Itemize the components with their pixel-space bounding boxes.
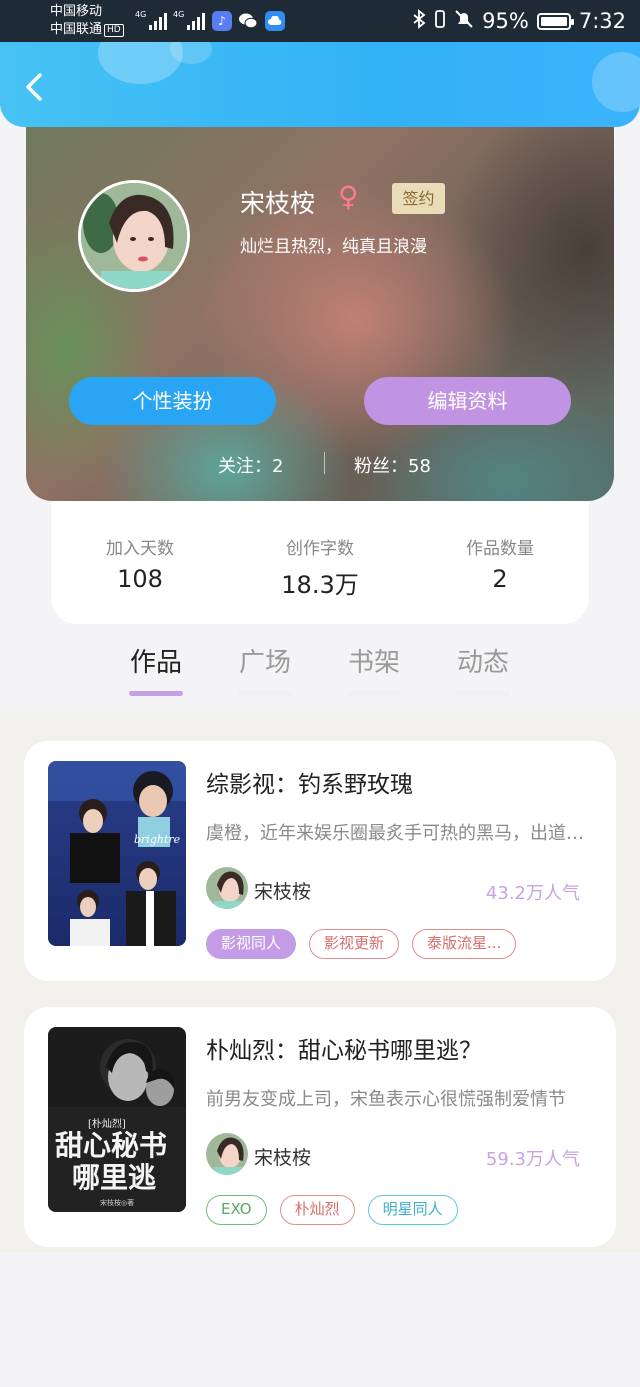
book-popularity: 59.3万人气 <box>485 1149 580 1170</box>
signal-icon: 4G <box>135 10 168 30</box>
carrier-info: 中国移动 中国联通 HD <box>50 3 124 39</box>
carrier-2: 中国联通 <box>50 22 103 37</box>
signed-badge: 签约 <box>392 183 445 214</box>
female-icon: ♀ <box>338 180 359 213</box>
tag[interactable]: 明星同人 <box>367 1195 458 1225</box>
mute-bell-icon <box>454 9 474 34</box>
vibrate-icon <box>434 9 446 34</box>
tab-moments[interactable]: 动态 <box>443 642 523 696</box>
tag[interactable]: EXO <box>206 1195 267 1225</box>
book-description: 前男友变成上司，宋鱼表示心很慌强制爱情节 <box>206 1089 566 1110</box>
battery-icon <box>536 12 574 30</box>
status-bar: 中国移动 中国联通 HD 4G 4G ♪ 95% 7:32 <box>0 0 640 42</box>
dress-up-button[interactable]: 个性装扮 <box>69 377 276 425</box>
decor-bubble <box>592 52 640 112</box>
signal-icon-2: 4G <box>173 10 206 30</box>
tab-underline <box>129 691 183 696</box>
tab-bookshelf[interactable]: 书架 <box>334 642 414 696</box>
profile-card: 宋枝桉 ♀ 签约 灿烂且热烈，纯真且浪漫 个性装扮 编辑资料 关注：2 粉丝：5… <box>26 100 614 501</box>
back-button[interactable] <box>20 72 50 102</box>
book-card[interactable]: [朴灿烈] 甜心秘书 哪里逃 宋枝桉◎著 朴灿烈：甜心秘书哪里逃？ 前男友变成上… <box>24 1007 616 1247</box>
wechat-icon <box>238 11 258 31</box>
tag[interactable]: 朴灿烈 <box>279 1195 355 1225</box>
author-avatar[interactable] <box>206 867 248 909</box>
hd-badge: HD <box>104 24 124 37</box>
status-right: 95% 7:32 <box>412 8 626 34</box>
tag[interactable]: 影视更新 <box>309 929 400 959</box>
stat-works-count: 作品数量 2 <box>466 539 534 593</box>
chevron-left-icon <box>26 73 42 101</box>
tag[interactable]: 泰版流星... <box>412 929 517 959</box>
cover-text: brightre <box>134 833 181 846</box>
book-title[interactable]: 朴灿烈：甜心秘书哪里逃？ <box>206 1031 482 1065</box>
stat-join-days: 加入天数 108 <box>106 539 174 593</box>
profile-motto: 灿烂且热烈，纯真且浪漫 <box>240 237 427 257</box>
author-avatar[interactable] <box>206 1133 248 1175</box>
tab-bar: 作品 广场 书架 动态 <box>0 624 640 712</box>
book-popularity: 43.2万人气 <box>485 883 580 904</box>
avatar-image <box>81 183 187 289</box>
following-count[interactable]: 关注：2 <box>218 452 283 478</box>
tab-works[interactable]: 作品 <box>116 642 196 696</box>
stat-word-count: 创作字数 18.3万 <box>281 539 359 599</box>
fans-count[interactable]: 粉丝：58 <box>354 452 431 478</box>
cover-title-line1: 甜心秘书 <box>55 1129 167 1162</box>
book-cover[interactable]: brightre <box>48 761 186 946</box>
cloud-app-icon <box>265 11 285 31</box>
avatar[interactable] <box>78 180 190 292</box>
book-tags: 影视同人 影视更新 泰版流星... <box>206 929 517 959</box>
cover-title-line2: 哪里逃 <box>72 1161 156 1194</box>
clock: 7:32 <box>578 9 626 33</box>
book-tags: EXO 朴灿烈 明星同人 <box>206 1195 458 1225</box>
nickname: 宋枝桉 <box>240 189 316 218</box>
music-app-icon: ♪ <box>212 11 232 31</box>
divider <box>324 452 325 474</box>
tag[interactable]: 影视同人 <box>206 929 297 959</box>
tab-square[interactable]: 广场 <box>225 642 305 696</box>
book-author: 宋枝桉 <box>254 881 312 903</box>
book-card[interactable]: brightre 综影视：钓系野玫瑰 虞橙，近年来娱乐圈最炙手可热的黑马，出道即… <box>24 741 616 981</box>
bluetooth-icon <box>412 8 426 34</box>
cover-image: [朴灿烈] 甜心秘书 哪里逃 宋枝桉◎著 <box>48 1027 186 1212</box>
carrier-1: 中国移动 <box>50 4 103 19</box>
edit-profile-button[interactable]: 编辑资料 <box>364 377 571 425</box>
book-author: 宋枝桉 <box>254 1147 312 1169</box>
stats-card: 加入天数 108 创作字数 18.3万 作品数量 2 <box>51 490 589 624</box>
cover-author: 宋枝桉◎著 <box>100 1198 134 1207</box>
top-header <box>0 42 640 127</box>
book-title[interactable]: 综影视：钓系野玫瑰 <box>206 765 413 799</box>
book-cover[interactable]: [朴灿烈] 甜心秘书 哪里逃 宋枝桉◎著 <box>48 1027 186 1212</box>
cover-image: brightre <box>48 761 186 946</box>
battery-percent: 95% <box>482 9 529 33</box>
book-description: 虞橙，近年来娱乐圈最炙手可热的黑马，出道即巅峰 <box>206 823 586 844</box>
